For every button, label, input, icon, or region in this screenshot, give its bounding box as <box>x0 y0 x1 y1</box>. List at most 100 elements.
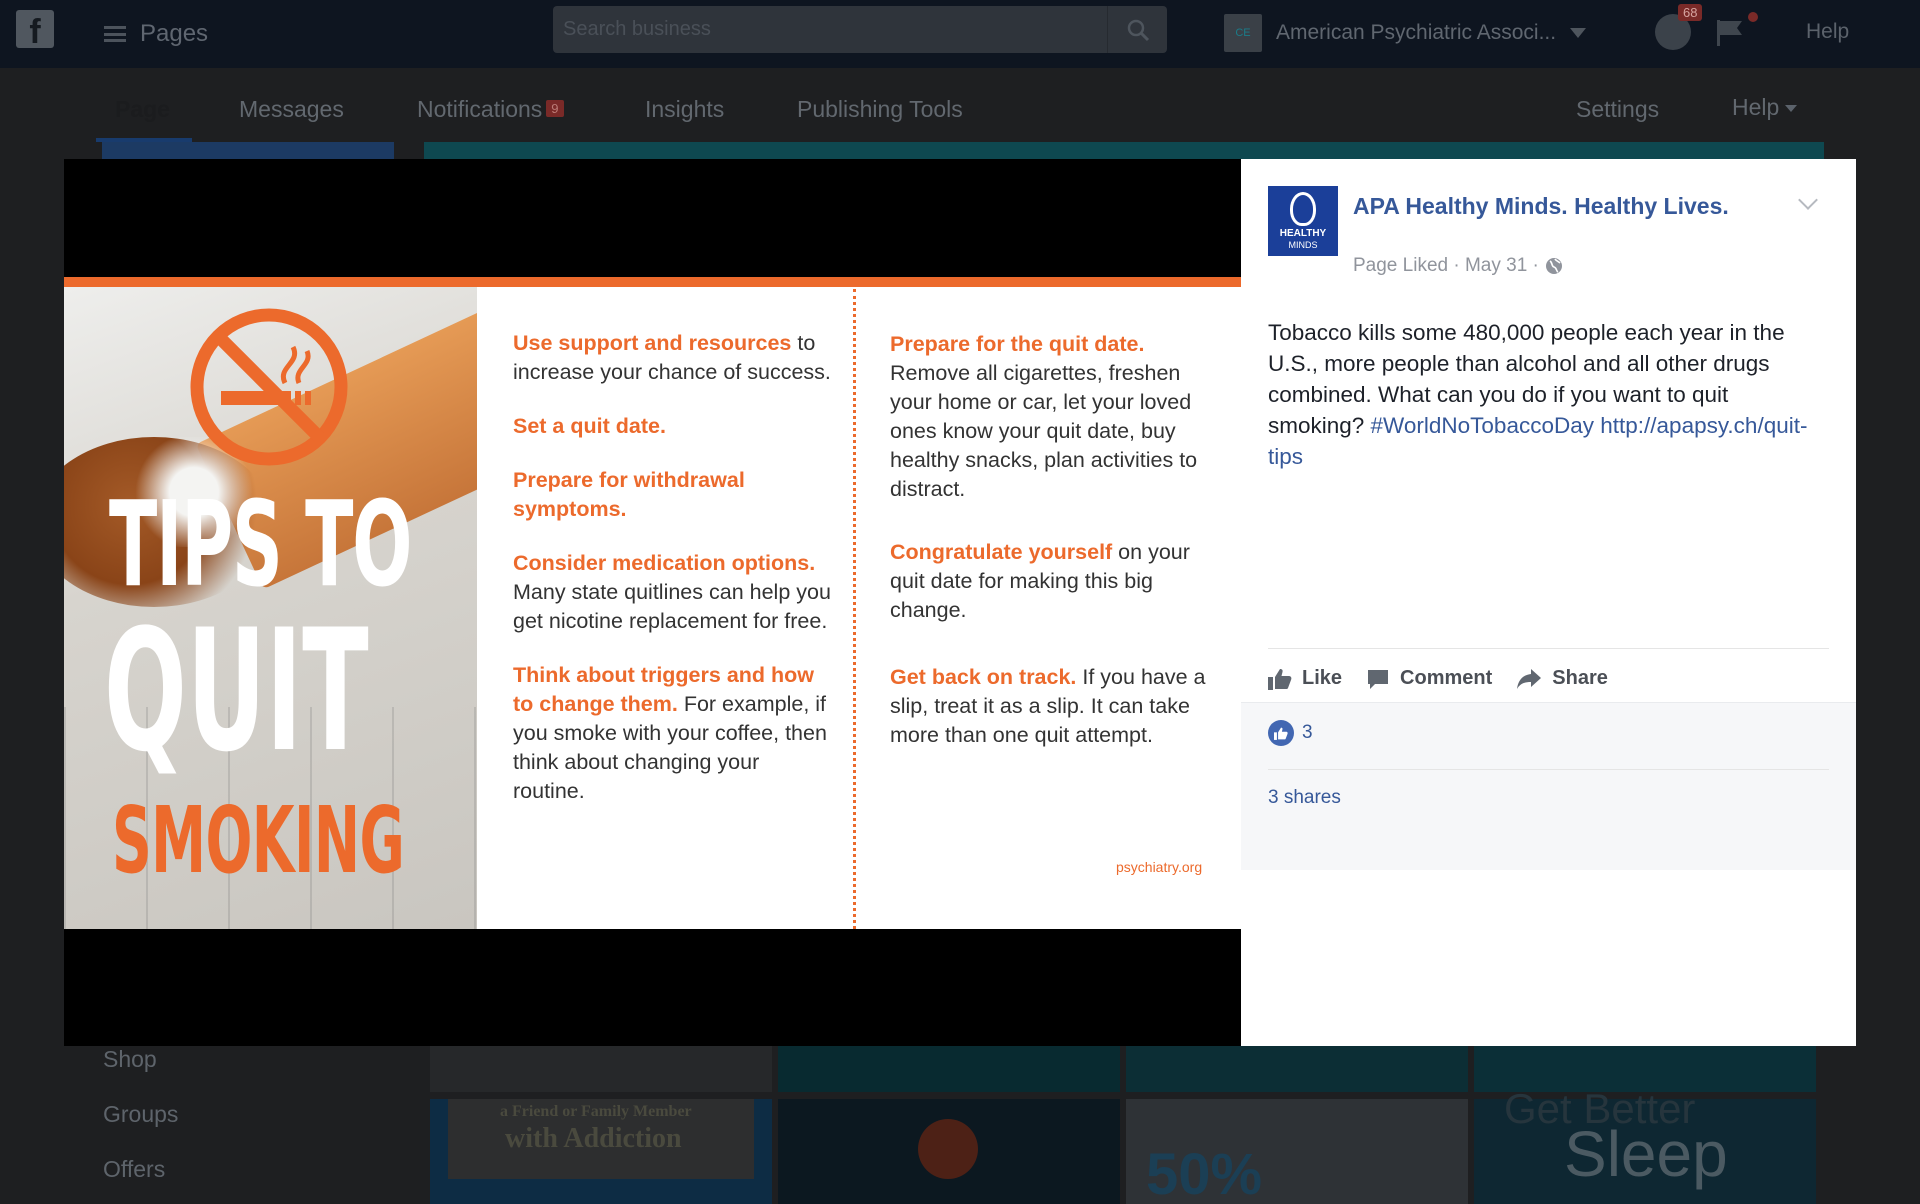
post-actions: Like Comment Share <box>1268 667 1608 690</box>
comment-label: Comment <box>1400 667 1493 689</box>
post-image[interactable]: TIPS TO QUIT SMOKING Use support and res… <box>64 277 1241 929</box>
notifications-count-badge: 9 <box>546 100 564 117</box>
like-label: Like <box>1302 667 1343 689</box>
settings-link[interactable]: Settings <box>1576 96 1659 123</box>
image-accent-bar <box>64 277 1241 287</box>
facebook-logo-icon[interactable]: f <box>16 10 54 48</box>
tips-column-1: Use support and resources to increase yo… <box>513 329 833 831</box>
avatar-label-line2: MINDS <box>1288 240 1318 250</box>
photo-tile[interactable] <box>778 1046 1120 1092</box>
tip-item: Think about triggers and how to change t… <box>513 661 833 806</box>
reactions-summary[interactable]: 3 <box>1268 720 1313 746</box>
share-label: Share <box>1552 667 1608 689</box>
hamburger-icon <box>104 26 126 42</box>
tab-notifications[interactable]: Notifications 9 <box>417 96 564 123</box>
post-meta-text: Page Liked · May 31 · <box>1353 255 1539 276</box>
help-link[interactable]: Help <box>1806 20 1849 44</box>
infographic-title-line1: TIPS TO <box>109 475 412 613</box>
infographic-title-line3: SMOKING <box>112 787 405 894</box>
help-menu-label: Help <box>1732 94 1780 120</box>
photo-tile[interactable] <box>430 1046 772 1092</box>
post-message: Tobacco kills some 480,000 people each y… <box>1268 317 1828 472</box>
photo-tile[interactable]: a Friend or Family Member with Addiction <box>430 1099 772 1204</box>
tab-page[interactable]: Page <box>115 96 170 123</box>
tip-item: Get back on track. If you have a slip, t… <box>890 663 1210 750</box>
post-side-panel: HEALTHY MINDS APA Healthy Minds. Healthy… <box>1241 159 1856 1046</box>
tip-item: Congratulate yourself on your quit date … <box>890 538 1210 625</box>
search-input[interactable] <box>563 6 1103 53</box>
divider <box>1268 648 1829 649</box>
tab-insights[interactable]: Insights <box>645 96 724 123</box>
public-globe-icon[interactable] <box>1545 257 1563 275</box>
tip-heading: Prepare for withdrawal symptoms. <box>513 468 745 521</box>
sidebar-item-groups[interactable]: Groups <box>103 1101 178 1128</box>
comment-button[interactable]: Comment <box>1366 667 1492 690</box>
share-button[interactable]: Share <box>1516 667 1608 690</box>
healthy-minds-logo-icon <box>1290 192 1316 226</box>
notifications-badge: 68 <box>1678 4 1703 21</box>
photo-viewer: TIPS TO QUIT SMOKING Use support and res… <box>64 159 1241 1046</box>
tab-messages[interactable]: Messages <box>239 96 344 123</box>
tip-item: Prepare for withdrawal symptoms. <box>513 466 833 524</box>
photo-tile[interactable] <box>778 1099 1120 1204</box>
divider <box>1268 769 1829 770</box>
like-reaction-icon <box>1268 720 1294 746</box>
top-bar: f Pages CE American Psychiatric Associ..… <box>0 0 1920 68</box>
account-switcher[interactable]: CE American Psychiatric Associ... <box>1224 14 1587 52</box>
help-menu[interactable]: Help <box>1732 94 1798 121</box>
shares-link[interactable]: 3 shares <box>1268 787 1341 809</box>
tip-item: Prepare for the quit date. Remove all ci… <box>890 330 1210 504</box>
tile-circle <box>918 1119 978 1179</box>
chevron-down-icon[interactable] <box>1798 190 1818 210</box>
tip-heading: Congratulate yourself <box>890 540 1113 564</box>
post-meta: Page Liked · May 31 · <box>1353 255 1563 277</box>
tip-heading: Set a quit date. <box>513 414 666 438</box>
tip-heading: Consider medication options. <box>513 551 816 575</box>
flag-alert-dot <box>1748 12 1758 22</box>
tab-publishing-tools[interactable]: Publishing Tools <box>797 96 963 123</box>
caret-down-icon <box>1570 28 1587 38</box>
tip-item: Set a quit date. <box>513 412 833 441</box>
tile-caption: Sleep <box>1564 1118 1728 1190</box>
page-name-link[interactable]: APA Healthy Minds. Healthy Lives. <box>1353 193 1729 220</box>
thumbs-up-icon <box>1268 668 1292 690</box>
photo-tile[interactable] <box>1126 1046 1468 1092</box>
page-avatar[interactable]: HEALTHY MINDS <box>1268 186 1338 256</box>
tip-item: Consider medication options. Many state … <box>513 549 833 636</box>
cigarette-photo: TIPS TO QUIT SMOKING <box>64 287 477 929</box>
column-divider <box>853 289 856 929</box>
like-button[interactable]: Like <box>1268 667 1342 690</box>
search-box <box>553 6 1167 53</box>
hashtag-link[interactable]: #WorldNoTobaccoDay <box>1371 413 1594 438</box>
flag-icon[interactable] <box>1715 18 1745 46</box>
tip-heading: Get back on track. <box>890 665 1077 689</box>
pages-menu[interactable]: Pages <box>104 20 208 48</box>
caret-down-icon <box>1785 105 1798 113</box>
sidebar-item-offers[interactable]: Offers <box>103 1156 165 1183</box>
account-avatar: CE <box>1224 14 1262 52</box>
image-credit: psychiatry.org <box>1116 859 1203 875</box>
tips-column-2: Prepare for the quit date. Remove all ci… <box>890 330 1210 775</box>
tip-item: Use support and resources to increase yo… <box>513 329 833 387</box>
share-arrow-icon <box>1517 668 1542 689</box>
tile-caption: a Friend or Family Member <box>500 1103 692 1120</box>
tip-text: Many state quitlines can help you get ni… <box>513 580 831 633</box>
search-button[interactable] <box>1107 6 1167 53</box>
tile-caption: with Addiction <box>505 1123 682 1154</box>
photo-tile[interactable]: Get Better Sleep <box>1474 1085 1816 1204</box>
feedback-section: 3 3 shares <box>1241 702 1856 870</box>
no-smoking-icon <box>190 308 348 466</box>
search-icon <box>1127 19 1150 42</box>
tip-text: Remove all cigarettes, freshen your home… <box>890 361 1198 501</box>
sidebar-item-shop[interactable]: Shop <box>103 1046 157 1073</box>
tile-caption: 50% <box>1146 1142 1263 1204</box>
tip-heading: Prepare for the quit date. <box>890 332 1145 356</box>
avatar-label-line1: HEALTHY <box>1279 228 1327 239</box>
account-name: American Psychiatric Associ... <box>1276 21 1557 44</box>
pages-label: Pages <box>140 20 209 47</box>
page-subnav: Page Messages Notifications 9 Insights Pu… <box>0 68 1920 144</box>
photo-tile[interactable]: 50% <box>1126 1099 1468 1204</box>
tab-notifications-label: Notifications <box>417 96 543 122</box>
like-count: 3 <box>1302 722 1313 743</box>
comment-icon <box>1368 669 1389 689</box>
